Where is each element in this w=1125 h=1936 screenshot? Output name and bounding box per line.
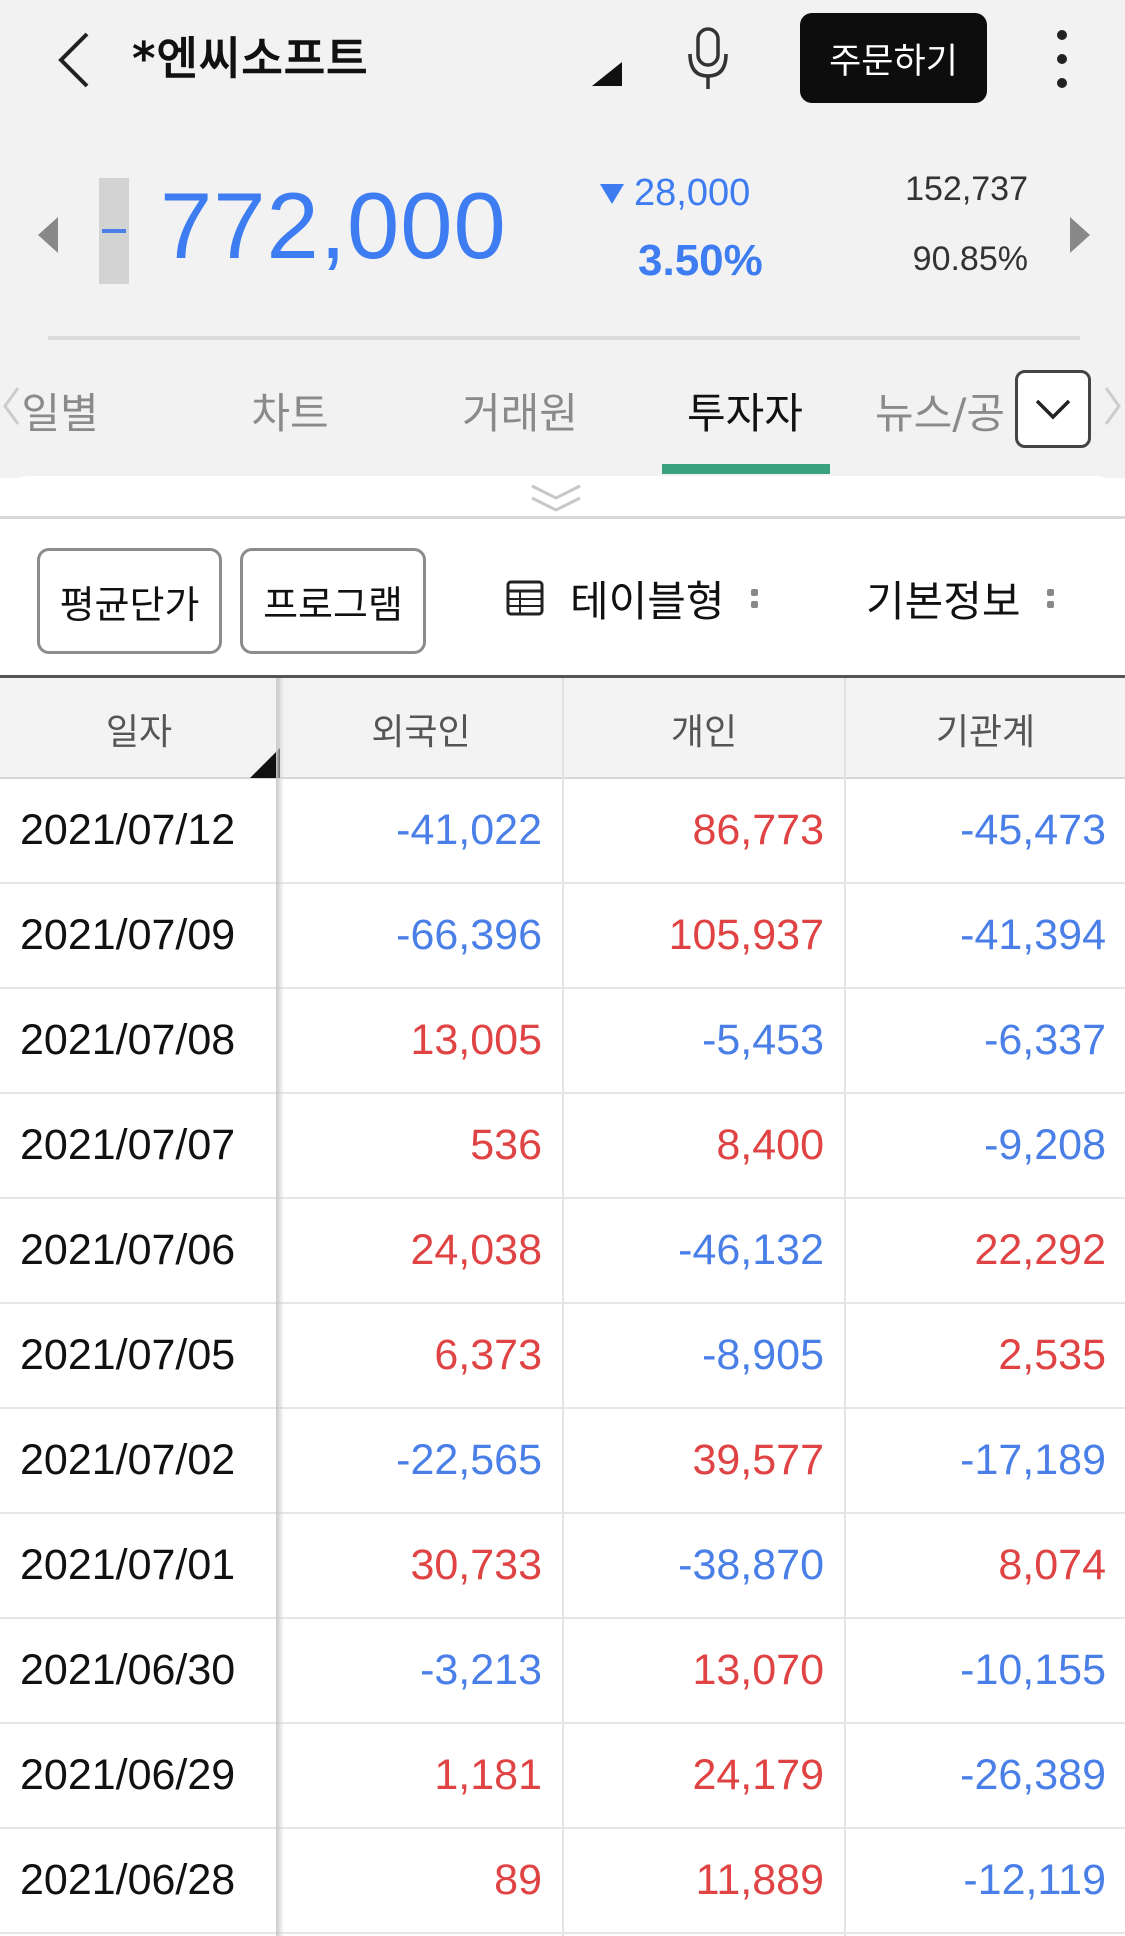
institution-net-cell: -26,389 [960,1751,1106,1799]
table-type-label: 테이블형 [570,576,725,626]
price-flag [99,178,129,284]
prev-stock-arrow-icon[interactable] [36,215,60,255]
individual-net-cell: 39,577 [692,1436,824,1484]
date-cell: 2021/06/28 [20,1856,236,1904]
down-triangle-icon [600,183,624,204]
trade-volume: 152,737 [905,170,1028,208]
institution-net-cell: -45,473 [960,806,1106,854]
foreign-net-cell: 89 [494,1856,542,1904]
tab-bar: 일별 차트 거래원 투자자 뉴스/공 [0,366,1125,476]
frozen-column-shadow [276,678,284,1936]
date-cell: 2021/06/30 [20,1646,236,1694]
foreign-net-cell: 30,733 [410,1541,542,1589]
next-stock-arrow-icon[interactable] [1068,215,1092,255]
back-button[interactable] [38,20,108,100]
institution-net-cell: -9,208 [984,1121,1106,1169]
foreign-net-cell: -22,565 [396,1436,542,1484]
foreign-net-cell: -41,022 [396,806,542,854]
more-menu-button[interactable] [1040,24,1084,94]
basic-info-selector[interactable]: 기본정보 [866,568,1054,628]
foreign-net-cell: 24,038 [410,1226,542,1274]
column-header-institution[interactable]: 기관계 [844,678,1125,779]
individual-net-cell: 8,400 [716,1121,824,1169]
more-dot-icon [1057,78,1067,88]
table-header: 일자 외국인 개인 기관계 [0,678,1125,779]
active-tab-indicator [662,464,830,474]
chevron-left-icon [58,32,89,88]
individual-net-cell: -8,905 [702,1331,824,1379]
individual-net-cell: -5,453 [702,1016,824,1064]
institution-net-cell: -17,189 [960,1436,1106,1484]
individual-net-cell: 24,179 [692,1751,824,1799]
chevron-down-icon [1035,399,1071,420]
institution-net-cell: 2,535 [998,1331,1106,1379]
stock-name[interactable]: *엔씨소프트 [132,24,369,85]
column-header-individual[interactable]: 개인 [562,678,844,779]
divider [48,336,1080,340]
foreign-net-cell: -3,213 [420,1646,542,1694]
avg-price-button[interactable]: 평균단가 [37,548,222,654]
microphone-icon [688,27,728,89]
date-cell: 2021/07/01 [20,1541,236,1589]
foreign-net-cell: 1,181 [434,1751,542,1799]
date-cell: 2021/07/05 [20,1331,236,1379]
column-header-foreign[interactable]: 외국인 [278,678,562,779]
basic-info-label: 기본정보 [866,576,1021,626]
tab-broker[interactable]: 거래원 [430,366,610,476]
foreign-net-cell: 536 [470,1121,542,1169]
individual-net-cell: 86,773 [692,806,824,854]
foreign-net-cell: 6,373 [434,1331,542,1379]
individual-net-cell: 13,070 [692,1646,824,1694]
more-dot-icon [1057,54,1067,64]
individual-net-cell: -46,132 [678,1226,824,1274]
tabs-expand-button[interactable] [1015,370,1091,448]
tab-chart[interactable]: 차트 [200,366,380,476]
column-divider [562,779,564,1936]
date-cell: 2021/06/29 [20,1751,236,1799]
foreign-net-cell: 13,005 [410,1016,542,1064]
caret-down-icon[interactable] [592,62,622,86]
column-header-date[interactable]: 일자 [0,678,278,779]
institution-net-cell: -10,155 [960,1646,1106,1694]
more-dot-icon [1057,30,1067,40]
program-button[interactable]: 프로그램 [240,548,426,654]
foreign-net-cell: -66,396 [396,911,542,959]
tab-news[interactable]: 뉴스/공 [875,366,1015,476]
date-cell: 2021/07/08 [20,1016,236,1064]
individual-net-cell: -38,870 [678,1541,824,1589]
individual-net-cell: 105,937 [668,911,824,959]
dropdown-dots-icon [1046,588,1054,608]
institution-net-cell: 22,292 [974,1226,1106,1274]
date-cell: 2021/07/06 [20,1226,236,1274]
order-button[interactable]: 주문하기 [800,13,987,103]
table-type-selector[interactable]: 테이블형 [506,568,758,628]
dropdown-dots-icon [750,588,758,608]
individual-net-cell: 11,889 [695,1856,824,1904]
change-value: 28,000 [634,172,751,214]
collapse-handle-icon[interactable] [528,480,584,516]
date-cell: 2021/07/07 [20,1121,236,1169]
volume-percent: 90.85% [912,240,1028,278]
tab-investor[interactable]: 투자자 [655,366,835,476]
institution-net-cell: -6,337 [984,1016,1106,1064]
change-percent: 3.50% [638,236,763,285]
voice-search-button[interactable] [680,24,736,94]
institution-net-cell: 8,074 [998,1541,1106,1589]
current-price: 772,000 [160,173,507,278]
price-change: 28,000 [600,172,750,215]
tabs-scroll-right-icon[interactable] [1104,386,1122,426]
date-cell: 2021/07/02 [20,1436,236,1484]
divider [0,516,1125,519]
date-cell: 2021/07/12 [20,806,236,854]
institution-net-cell: -41,394 [960,911,1106,959]
tab-daily[interactable]: 일별 [0,366,120,476]
date-cell: 2021/07/09 [20,911,236,959]
institution-net-cell: -12,119 [963,1856,1106,1904]
table-icon [506,580,544,616]
column-divider [844,779,846,1936]
